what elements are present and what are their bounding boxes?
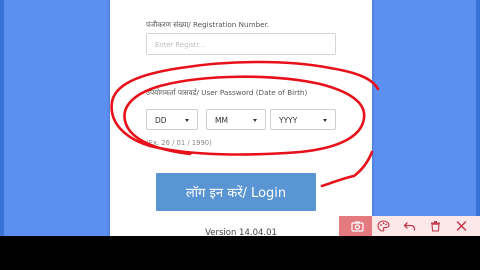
trash-icon[interactable] [429,220,442,232]
month-select[interactable]: MM [206,109,266,130]
video-frame: पंजीकरण संख्या/ Registration Number. Ent… [0,0,480,236]
chevron-down-icon [323,119,327,122]
user-password-label: उपयोगकर्ता पासवर्ड/ User Password (Date … [146,88,308,97]
year-value: YYYY [279,116,298,125]
chevron-down-icon [185,119,189,122]
camera-icon[interactable] [351,220,364,232]
year-select[interactable]: YYYY [270,109,336,130]
month-value: MM [215,116,228,125]
close-icon[interactable] [455,220,468,232]
day-value: DD [155,116,167,125]
registration-number-label: पंजीकरण संख्या/ Registration Number. [146,20,270,29]
login-button[interactable]: लॉग इन करें/ Login [156,173,316,211]
dob-format-hint: (Ex. 26 / 01 / 1990) [146,139,212,147]
version-label: Version 14.04.01 [205,228,277,236]
registration-number-input[interactable]: Enter Registr... [146,33,336,55]
chevron-down-icon [253,119,257,122]
day-select[interactable]: DD [146,109,198,130]
undo-icon[interactable] [403,220,416,232]
palette-icon[interactable] [377,220,390,232]
annotation-toolbar [339,216,480,236]
right-edge [476,0,480,236]
login-form-panel: पंजीकरण संख्या/ Registration Number. Ent… [110,0,372,236]
left-edge [0,0,4,236]
